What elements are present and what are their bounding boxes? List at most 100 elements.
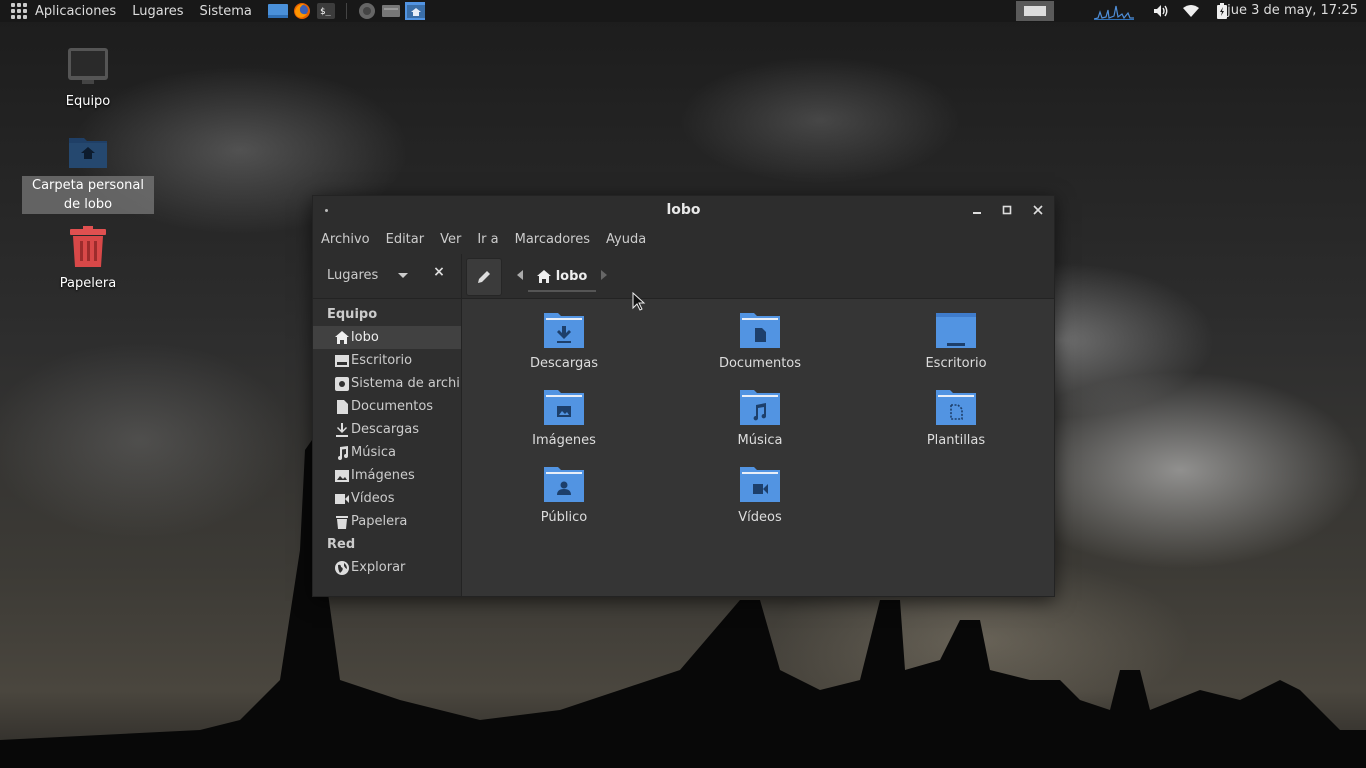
panel-menu-sistema[interactable]: Sistema [200,4,252,19]
sidebar-heading-equipo: Equipo [327,307,378,322]
volume-icon[interactable] [1151,0,1171,22]
folder-label: Imágenes [532,433,596,448]
sidebar-item-label: lobo [351,330,379,345]
task-home-folder-icon[interactable] [404,2,425,20]
system-monitor-graph[interactable] [1093,0,1135,22]
desktop-icon-equipo[interactable]: Equipo [22,46,154,111]
menu-ver[interactable]: Ver [440,232,461,247]
download-folder-icon [544,313,584,348]
folder-label: Público [540,510,588,525]
panel-clock[interactable]: jue 3 de may, 17:25 [1227,0,1358,22]
sidebar-item-label: Papelera [351,514,408,529]
network-globe-icon [335,560,349,575]
public-folder-icon [544,467,584,502]
document-icon [335,399,349,414]
pencil-icon [478,271,490,283]
window-title: lobo [666,202,701,218]
image-icon [335,469,349,483]
sidebar: Equipo lobo Escritorio Sistema de archi.… [313,299,462,596]
home-icon [335,331,349,345]
titlebar[interactable]: lobo [313,196,1054,224]
sidebar-item-label: Descargas [351,422,420,437]
wifi-icon[interactable] [1181,0,1201,22]
desktop-icon [335,354,349,368]
back-arrow-icon[interactable] [517,270,523,280]
music-folder-icon [740,390,780,425]
sidebar-item-papelera[interactable]: Papelera [313,510,461,533]
folder-label: Vídeos [738,510,782,525]
chevron-down-icon[interactable] [398,273,408,278]
breadcrumb[interactable]: lobo [528,262,596,292]
menu-editar[interactable]: Editar [386,232,425,247]
folder-label: Escritorio [925,356,987,371]
menu-ayuda[interactable]: Ayuda [606,232,646,247]
sidebar-item-musica[interactable]: Música [313,441,461,464]
menu-archivo[interactable]: Archivo [321,232,370,247]
forward-arrow-icon[interactable] [601,270,607,280]
edit-location-button[interactable] [466,258,502,296]
sidebar-item-label: Vídeos [351,491,395,506]
computer-icon [68,48,108,84]
sidebar-item-imagenes[interactable]: Imágenes [313,464,461,487]
sidebar-item-videos[interactable]: Vídeos [313,487,461,510]
home-folder-icon [69,138,107,168]
workspace-switcher[interactable] [1015,0,1055,22]
sidebar-item-label: Explorar [351,560,406,575]
panel-menu-aplicaciones[interactable]: Aplicaciones [35,4,116,19]
sidebar-item-escritorio[interactable]: Escritorio [313,349,461,372]
folder-videos[interactable]: Vídeos [685,465,835,525]
desktop-folder-icon [936,313,976,348]
breadcrumb-label: lobo [555,268,588,284]
home-icon [536,269,551,283]
panel-menu-lugares[interactable]: Lugares [132,4,183,19]
folder-label: Descargas [529,356,598,371]
video-icon [335,492,349,506]
mouse-cursor-icon [632,292,646,311]
show-desktop-icon[interactable] [267,2,288,20]
folder-view: Descargas Documentos Escritorio Imágenes… [462,299,1054,596]
file-manager-window: lobo Archivo Editar Ver Ir a Marcadores … [312,195,1055,597]
sidebar-item-lobo[interactable]: lobo [313,326,461,349]
task-app-icon[interactable] [357,2,377,20]
menu-marcadores[interactable]: Marcadores [515,232,590,247]
menu-ir-a[interactable]: Ir a [477,232,498,247]
folder-musica[interactable]: Música [685,388,835,448]
folder-label: Plantillas [926,433,986,448]
desktop-icon-label: Papelera [59,276,117,291]
menubar: Archivo Editar Ver Ir a Marcadores Ayuda [313,224,1054,254]
folder-descargas[interactable]: Descargas [489,311,639,371]
toolbar: Lugares × lobo [313,254,1054,299]
terminal-icon[interactable]: $_ [316,2,336,20]
firefox-icon[interactable] [292,2,312,20]
top-panel: Aplicaciones Lugares Sistema $_ jue 3 de… [0,0,1366,22]
desktop-icon-label: Carpeta personal de lobo [22,176,154,214]
trash-icon [70,226,106,267]
close-icon[interactable] [1029,201,1047,219]
places-selector[interactable]: Lugares × [313,254,462,298]
folder-label: Música [737,433,783,448]
desktop-icon-papelera[interactable]: Papelera [22,226,154,293]
sidebar-item-sistema[interactable]: Sistema de archi... [313,372,461,395]
folder-documentos[interactable]: Documentos [685,311,835,371]
maximize-icon[interactable] [998,201,1016,219]
folder-plantillas[interactable]: Plantillas [881,388,1031,448]
music-icon [335,445,349,460]
pictures-folder-icon [544,390,584,425]
folder-imagenes[interactable]: Imágenes [489,388,639,448]
places-selector-label: Lugares [327,268,379,283]
task-drive-icon[interactable] [381,2,401,20]
sidebar-item-descargas[interactable]: Descargas [313,418,461,441]
desktop-icon-home[interactable]: Carpeta personal de lobo [22,134,154,214]
folder-escritorio[interactable]: Escritorio [881,311,1031,371]
folder-label: Documentos [718,356,802,371]
drive-icon [335,376,349,391]
sidebar-item-label: Sistema de archi... [351,376,461,391]
sidebar-item-documentos[interactable]: Documentos [313,395,461,418]
sidebar-item-label: Imágenes [351,468,415,483]
close-sidebar-icon[interactable]: × [432,265,446,279]
folder-publico[interactable]: Público [489,465,639,525]
sidebar-item-explorar[interactable]: Explorar [313,556,461,579]
trash-icon [335,515,349,529]
minimize-icon[interactable] [968,201,986,219]
apps-grid-icon[interactable] [11,3,27,19]
